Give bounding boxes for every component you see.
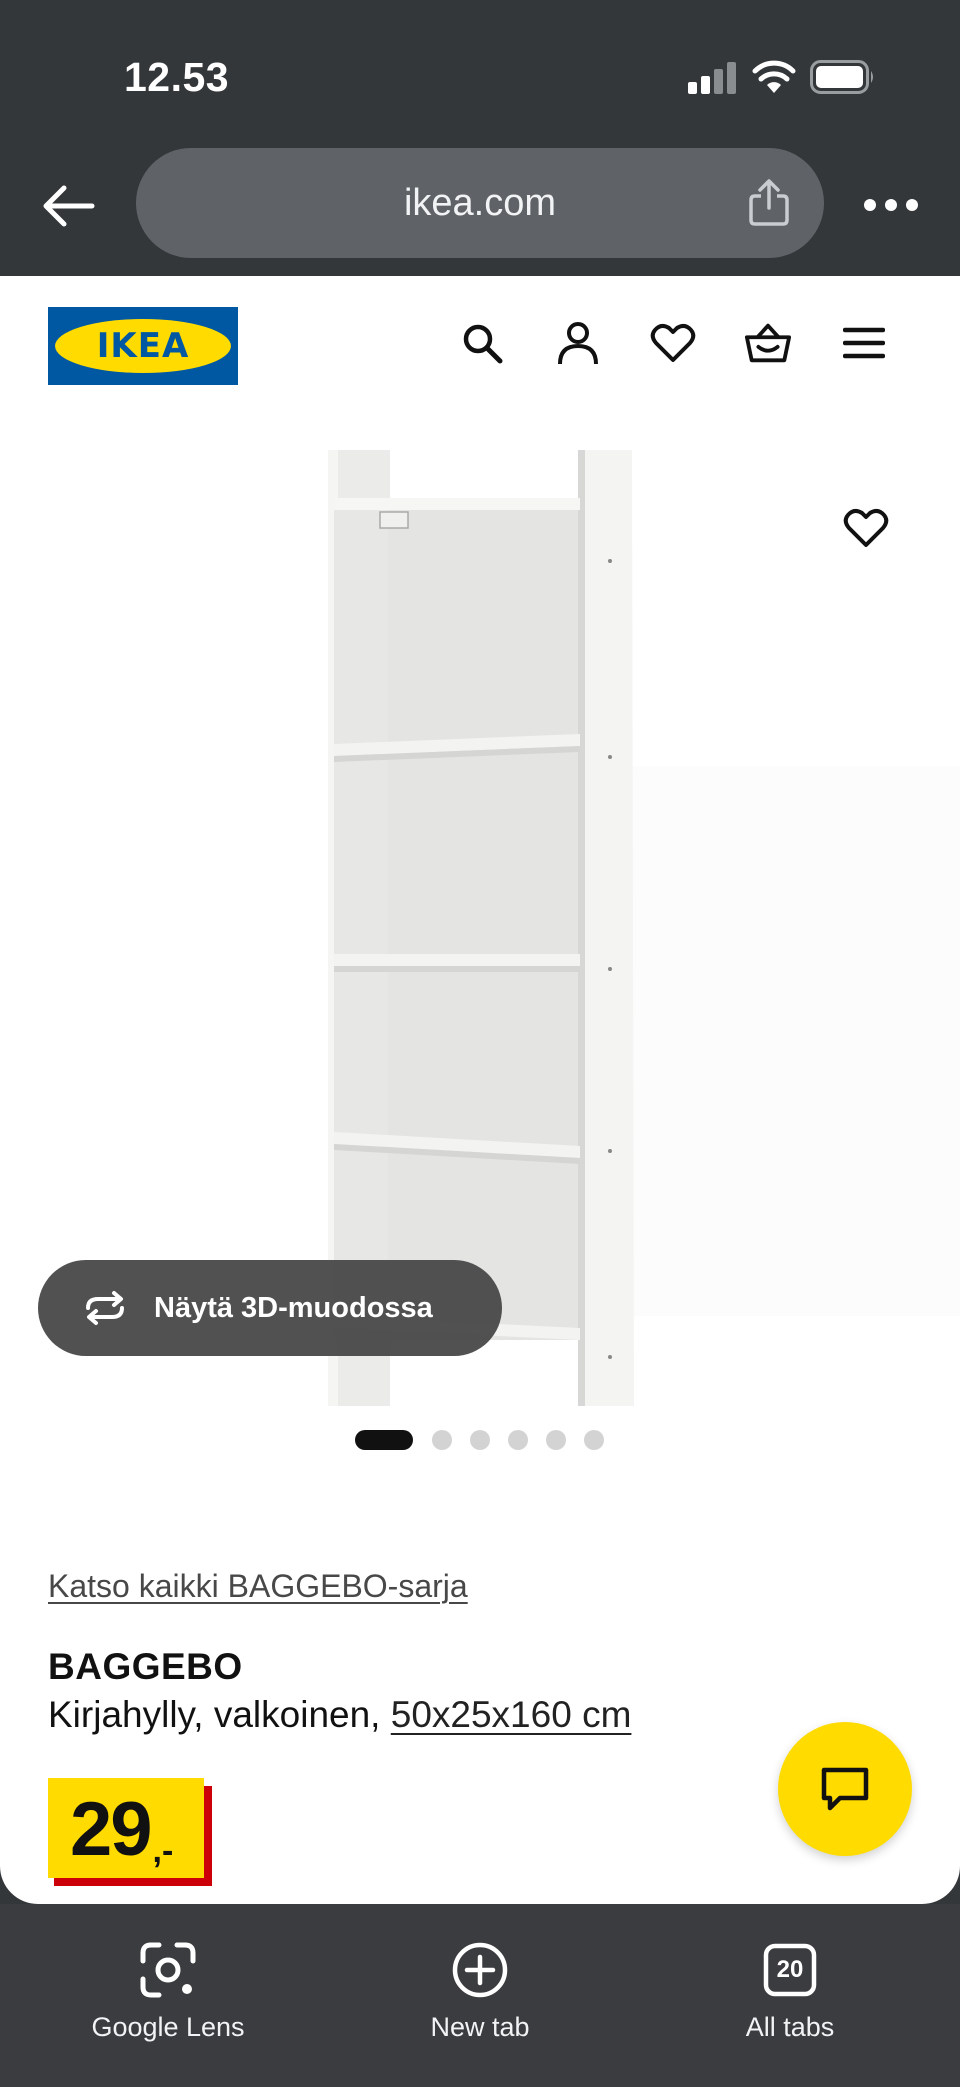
new-tab-label: New tab [430,2012,530,2042]
cellular-signal-icon [688,62,736,94]
new-tab-button[interactable]: New tab [360,1940,600,2043]
more-options-button[interactable] [858,180,924,230]
heart-icon [843,508,889,547]
ikea-logo[interactable]: IKEA [48,307,238,385]
status-time: 12.53 [124,54,230,100]
share-icon [749,179,789,226]
price-integer: 29 [70,1787,153,1872]
product-name: BAGGEBO [48,1646,243,1687]
address-bar[interactable]: ikea.com [136,148,824,258]
browser-address-row: ikea.com [0,140,960,276]
product-description-text: Kirjahylly, valkoinen, [48,1694,391,1735]
search-button[interactable] [458,319,506,367]
carousel-dot[interactable] [546,1430,566,1450]
google-lens-icon [140,1942,196,1998]
carousel-dot[interactable] [432,1430,452,1450]
tab-count: 20 [776,1956,804,1983]
share-button[interactable] [744,176,794,230]
back-arrow-icon [43,185,95,227]
web-page: IKEA Näytä 3D-muodossa Katso kaikki BAGG… [0,276,960,1904]
carousel-dot[interactable] [584,1430,604,1450]
all-tabs-button[interactable]: 20 All tabs [670,1940,910,2043]
new-tab-plus-icon [452,1942,508,1998]
chat-button[interactable] [778,1722,912,1856]
favourites-heart-icon [650,323,696,362]
browser-toolbar: Google Lens New tab 20 All tabs [0,1904,960,2087]
google-lens-button[interactable]: Google Lens [48,1940,288,2043]
favourites-button[interactable] [649,319,697,367]
view-in-3d-label: Näytä 3D-muodossa [154,1291,433,1324]
price-tag: 29 ,- [48,1778,212,1886]
carousel-dot[interactable] [470,1430,490,1450]
back-button[interactable] [38,176,98,236]
shopping-basket-button[interactable] [744,319,792,367]
rotate-3d-icon [86,1291,124,1325]
carousel-dot[interactable] [355,1430,413,1450]
product-image[interactable] [0,406,960,1406]
shopping-basket-icon [744,323,792,363]
view-in-3d-button[interactable]: Näytä 3D-muodossa [38,1260,502,1356]
logo-text: IKEA [96,326,190,366]
account-button[interactable] [554,319,602,367]
battery-icon [810,60,873,94]
product-size-link[interactable]: 50x25x160 cm [391,1694,632,1735]
menu-button[interactable] [840,319,888,367]
carousel-dot[interactable] [508,1430,528,1450]
menu-icon [843,327,885,359]
series-link[interactable]: Katso kaikki BAGGEBO-sarja [48,1568,468,1605]
google-lens-label: Google Lens [91,2012,245,2042]
site-header: IKEA [0,276,960,406]
account-icon [558,322,598,365]
all-tabs-label: All tabs [745,2012,835,2042]
product-description: Kirjahylly, valkoinen, 50x25x160 cm [48,1694,631,1736]
url-text: ikea.com [403,182,557,224]
price-decimals: ,- [152,1832,174,1870]
search-icon [463,324,503,364]
save-to-favourites-button[interactable] [838,500,894,556]
wifi-icon [752,60,796,93]
image-carousel-dots [0,1430,960,1450]
more-dots-icon [864,199,918,211]
status-bar: 12.53 [0,0,960,150]
chat-icon [821,1767,869,1811]
